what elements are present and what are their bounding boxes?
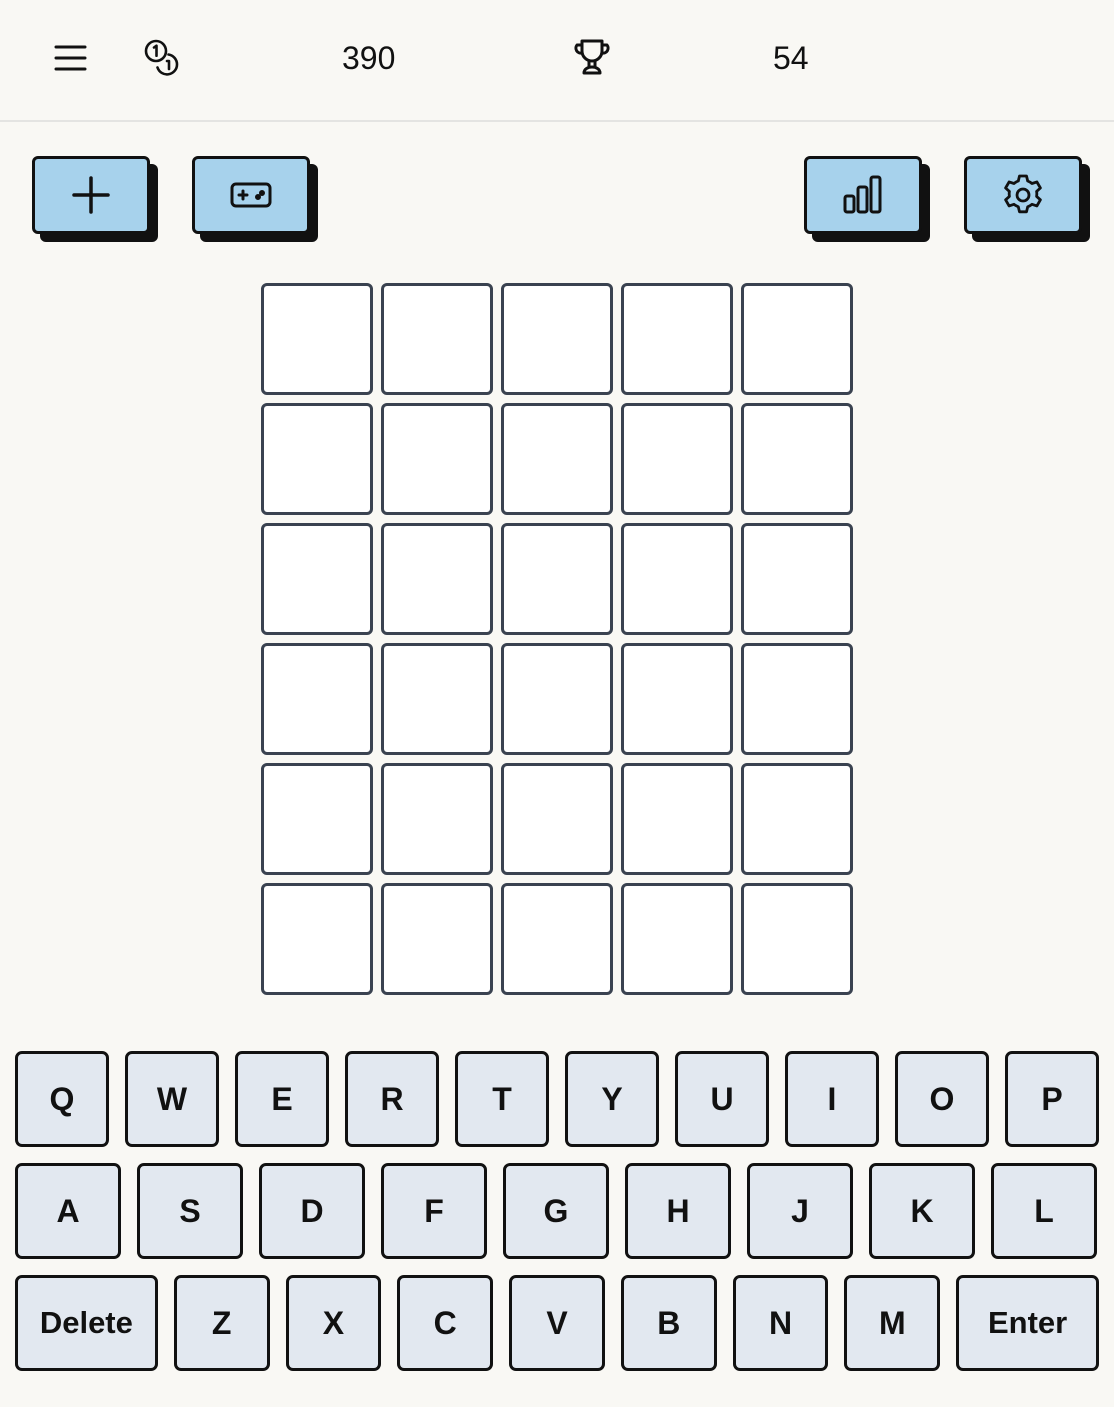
grid-tile <box>261 283 373 395</box>
grid-tile <box>261 403 373 515</box>
grid-tile <box>501 763 613 875</box>
key-m[interactable]: M <box>844 1275 941 1371</box>
grid-tile <box>741 523 853 635</box>
grid-tile <box>261 523 373 635</box>
grid-tile <box>621 403 733 515</box>
gear-icon <box>1004 174 1042 214</box>
trophy-icon <box>570 35 614 79</box>
grid-tile <box>381 523 493 635</box>
key-t[interactable]: T <box>455 1051 549 1147</box>
key-x[interactable]: X <box>285 1275 382 1371</box>
key-u[interactable]: U <box>675 1051 769 1147</box>
key-f[interactable]: F <box>381 1163 487 1259</box>
keyboard-row-3: Delete Z X C V B N M Enter <box>15 1275 1099 1371</box>
key-k[interactable]: K <box>869 1163 975 1259</box>
key-b[interactable]: B <box>620 1275 717 1371</box>
key-n[interactable]: N <box>732 1275 829 1371</box>
grid-tile <box>741 883 853 995</box>
key-r[interactable]: R <box>345 1051 439 1147</box>
grid-tile <box>381 883 493 995</box>
grid-tile <box>621 643 733 755</box>
key-q[interactable]: Q <box>15 1051 109 1147</box>
grid-tile <box>501 523 613 635</box>
keyboard-row-2: ASDFGHJKL <box>15 1163 1099 1259</box>
grid-tile <box>261 883 373 995</box>
key-a[interactable]: A <box>15 1163 121 1259</box>
key-p[interactable]: P <box>1005 1051 1099 1147</box>
grid-tile <box>741 763 853 875</box>
gamepad-icon <box>230 182 272 208</box>
menu-icon[interactable] <box>48 35 92 79</box>
grid-tile <box>501 883 613 995</box>
grid-tile <box>501 403 613 515</box>
grid-tile <box>381 763 493 875</box>
streak-count: 54 <box>773 40 809 76</box>
new-game-button[interactable] <box>32 156 150 234</box>
stats-button[interactable] <box>804 156 922 234</box>
key-w[interactable]: W <box>125 1051 219 1147</box>
keyboard-row-1: QWERTYUIOP <box>15 1051 1099 1147</box>
letter-grid <box>261 283 853 995</box>
key-i[interactable]: I <box>785 1051 879 1147</box>
grid-tile <box>381 283 493 395</box>
grid-tile <box>261 643 373 755</box>
grid-tile <box>621 763 733 875</box>
grid-tile <box>741 643 853 755</box>
coins-icon <box>140 35 184 79</box>
grid-tile <box>381 643 493 755</box>
settings-button[interactable] <box>964 156 1082 234</box>
key-h[interactable]: H <box>625 1163 731 1259</box>
enter-key[interactable]: Enter <box>956 1275 1099 1371</box>
game-mode-button[interactable] <box>192 156 310 234</box>
stats-icon <box>843 175 882 214</box>
key-z[interactable]: Z <box>173 1275 270 1371</box>
grid-tile <box>381 403 493 515</box>
grid-tile <box>261 763 373 875</box>
key-g[interactable]: G <box>503 1163 609 1259</box>
plus-icon <box>72 176 110 214</box>
key-o[interactable]: O <box>895 1051 989 1147</box>
key-s[interactable]: S <box>137 1163 243 1259</box>
top-bar: 390 54 <box>0 0 1114 122</box>
key-j[interactable]: J <box>747 1163 853 1259</box>
grid-tile <box>501 643 613 755</box>
grid-tile <box>501 283 613 395</box>
key-l[interactable]: L <box>991 1163 1097 1259</box>
game-page: 390 54 Q W E R T Y U I O P A S D F G H J… <box>0 0 1114 1407</box>
delete-key[interactable]: Delete <box>15 1275 158 1371</box>
coins-count: 390 <box>342 40 396 76</box>
key-y[interactable]: Y <box>565 1051 659 1147</box>
key-d[interactable]: D <box>259 1163 365 1259</box>
key-c[interactable]: C <box>397 1275 494 1371</box>
key-e[interactable]: E <box>235 1051 329 1147</box>
grid-tile <box>741 283 853 395</box>
key-v[interactable]: V <box>509 1275 605 1371</box>
grid-tile <box>741 403 853 515</box>
grid-tile <box>621 883 733 995</box>
grid-tile <box>621 283 733 395</box>
grid-tile <box>621 523 733 635</box>
